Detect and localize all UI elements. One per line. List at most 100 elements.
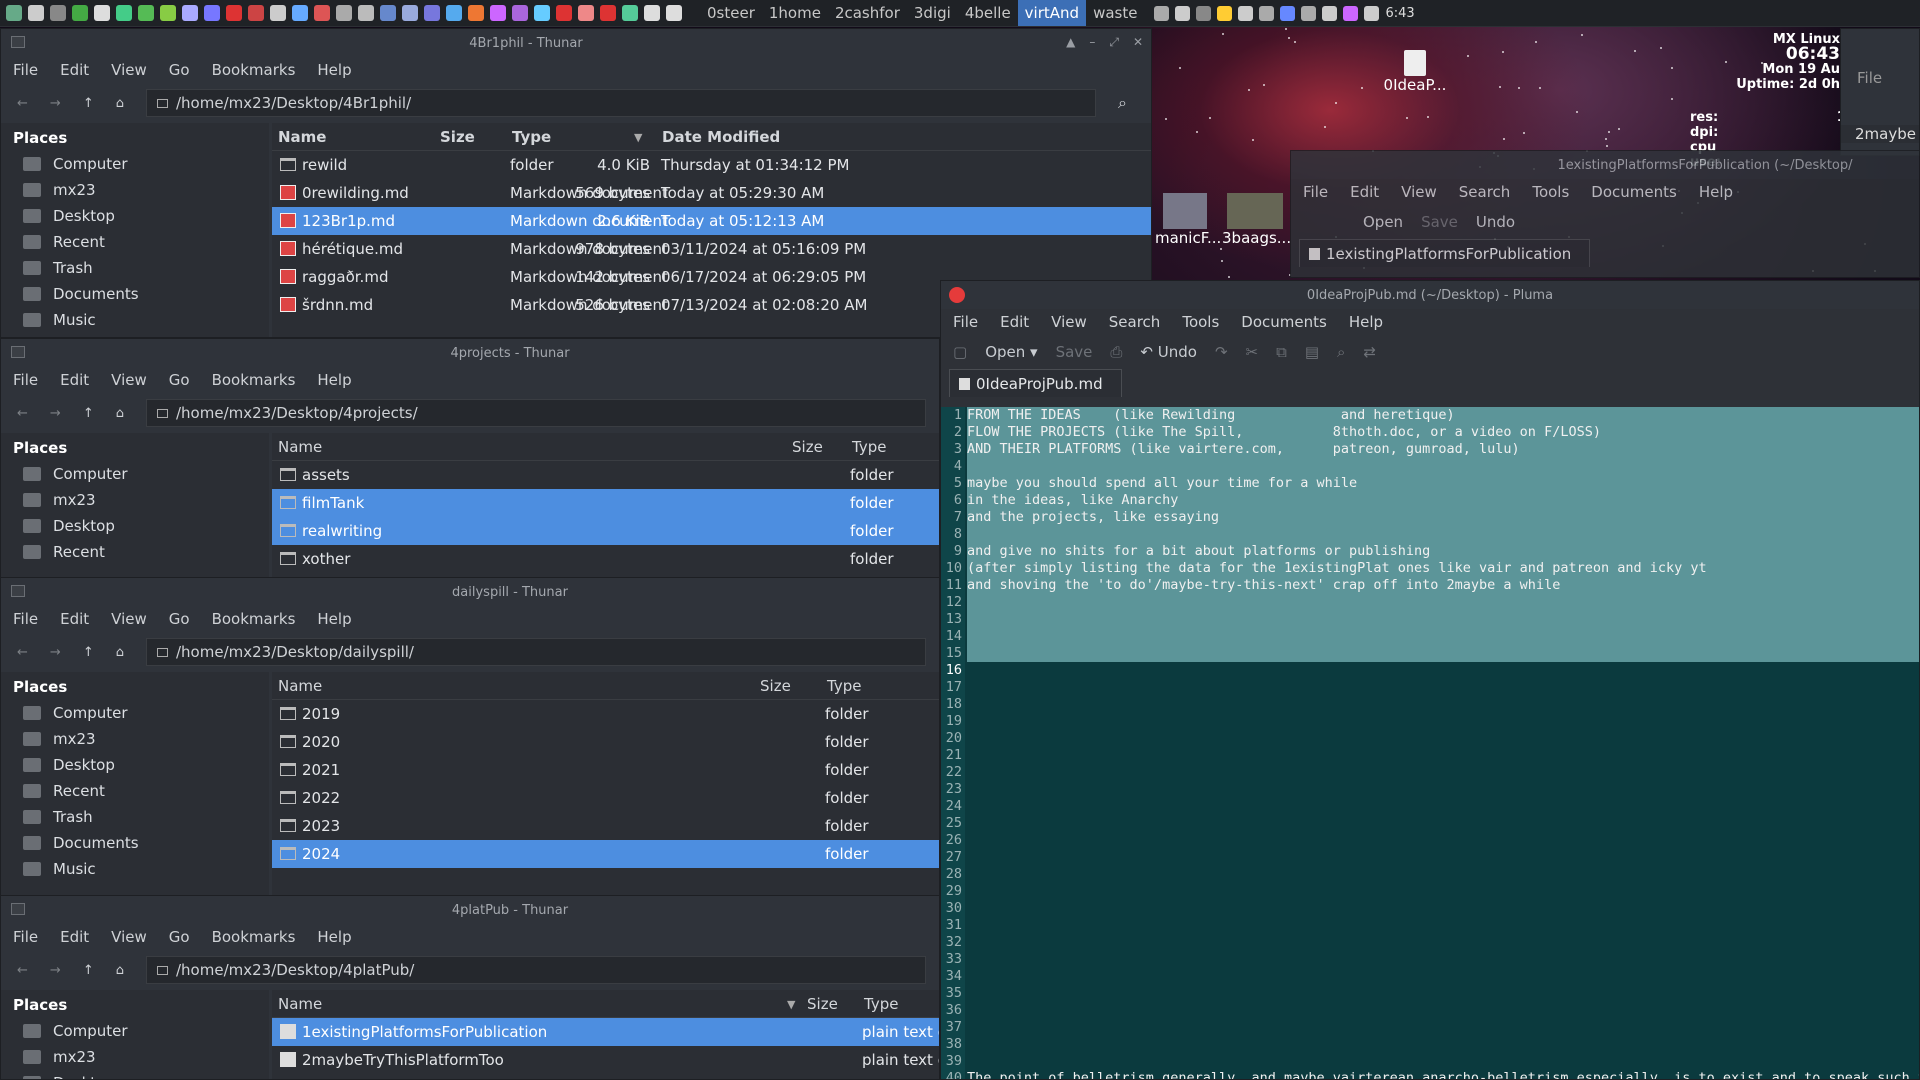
menu-file[interactable]: File bbox=[13, 61, 38, 79]
text-line[interactable] bbox=[967, 815, 1919, 832]
text-line[interactable] bbox=[967, 628, 1919, 645]
launcher-icon[interactable] bbox=[534, 5, 550, 21]
launcher-icon[interactable] bbox=[314, 5, 330, 21]
text-line[interactable] bbox=[967, 645, 1919, 662]
text-line[interactable]: and shoving the 'to do'/maybe-try-this-n… bbox=[967, 577, 1919, 594]
menu-edit[interactable]: Edit bbox=[1000, 313, 1029, 331]
file-row[interactable]: assets4.0 KiBfolder bbox=[272, 461, 939, 489]
workspace-waste[interactable]: waste bbox=[1086, 0, 1144, 26]
save-button[interactable]: Save bbox=[1421, 213, 1458, 231]
file-row[interactable]: filmTank4.0 KiBfolder bbox=[272, 489, 939, 517]
file-row[interactable]: 20194.0 KiBfolder bbox=[272, 700, 939, 728]
win4-thunar-window[interactable]: 4platPub - Thunar File Edit View Go Bookmarks… bbox=[0, 895, 940, 1080]
text-line[interactable] bbox=[967, 747, 1919, 764]
partial-window-right[interactable]: File 2maybe bbox=[1840, 28, 1920, 156]
text-line[interactable] bbox=[967, 526, 1919, 543]
text-line[interactable] bbox=[967, 696, 1919, 713]
menu-file[interactable]: File bbox=[13, 928, 38, 946]
launcher-icon[interactable] bbox=[116, 5, 132, 21]
launcher-icon[interactable] bbox=[402, 5, 418, 21]
file-row[interactable]: 123Br1p.md 2.6 KiB Markdown document Today … bbox=[272, 207, 1151, 235]
text-editor[interactable]: 1 2 3 4 5 6 7 8 9 10 11 12 13 14 15 16 17 18 19 20 21 22 23 24 2… bbox=[941, 407, 1919, 1079]
document-tab[interactable]: 0IdeaProjPub.md bbox=[949, 369, 1122, 397]
pluma-window-background[interactable]: 1existingPlatformsForPublication (~/Desk… bbox=[1290, 150, 1920, 278]
column-size[interactable]: Size bbox=[792, 438, 823, 456]
tray-icon[interactable] bbox=[1364, 5, 1380, 21]
menu-edit[interactable]: Edit bbox=[60, 928, 89, 946]
launcher-icon[interactable] bbox=[336, 5, 352, 21]
launcher-icon[interactable] bbox=[182, 5, 198, 21]
home-icon[interactable]: ⌂ bbox=[116, 96, 124, 111]
sidebar-item-music[interactable]: Music bbox=[1, 856, 269, 882]
file-row[interactable]: realwriting4.0 KiBfolder bbox=[272, 517, 939, 545]
sidebar-item-mx23[interactable]: mx23 bbox=[1, 177, 269, 203]
menu-bookmarks[interactable]: Bookmarks bbox=[212, 610, 296, 628]
open-button[interactable]: Open bbox=[1363, 213, 1403, 231]
menu-file[interactable]: File bbox=[1841, 69, 1919, 87]
text-line[interactable] bbox=[967, 917, 1919, 934]
menu-search[interactable]: Search bbox=[1109, 313, 1161, 331]
home-icon[interactable]: ⌂ bbox=[116, 963, 124, 978]
title-bar[interactable]: 4projects - Thunar bbox=[1, 339, 939, 367]
column-name[interactable]: Name bbox=[278, 677, 322, 695]
launcher-icon[interactable] bbox=[490, 5, 506, 21]
forward-icon[interactable]: → bbox=[50, 963, 61, 978]
menu-help[interactable]: Help bbox=[317, 928, 351, 946]
launcher-icon[interactable] bbox=[578, 5, 594, 21]
sidebar-item-trash[interactable]: Trash bbox=[1, 804, 269, 830]
launcher-icon[interactable] bbox=[600, 5, 616, 21]
menu-edit[interactable]: Edit bbox=[1350, 183, 1379, 201]
launcher-icon[interactable] bbox=[160, 5, 176, 21]
location-bar[interactable]: /home/mx23/Desktop/4platPub/ bbox=[145, 956, 926, 984]
text-line[interactable] bbox=[967, 798, 1919, 815]
launcher-icon[interactable] bbox=[72, 5, 88, 21]
search-icon[interactable]: ⌕ bbox=[1118, 93, 1127, 113]
launcher-icon[interactable] bbox=[468, 5, 484, 21]
text-line[interactable]: AND THEIR PLATFORMS (like vairtere.com, … bbox=[967, 441, 1919, 458]
forward-icon[interactable]: → bbox=[50, 645, 61, 660]
location-bar[interactable]: /home/mx23/Desktop/4Br1phil/ bbox=[145, 89, 1096, 117]
text-line[interactable] bbox=[967, 1036, 1919, 1053]
menu-help[interactable]: Help bbox=[1699, 183, 1733, 201]
sidebar-item-computer[interactable]: Computer bbox=[1, 151, 269, 177]
column-name[interactable]: Name bbox=[278, 128, 326, 146]
file-row[interactable]: 20234.0 KiBfolder bbox=[272, 812, 939, 840]
undo-button[interactable]: Undo bbox=[1476, 213, 1515, 231]
tray-icon[interactable] bbox=[1259, 5, 1275, 21]
menu-view[interactable]: View bbox=[111, 928, 147, 946]
menu-file[interactable]: File bbox=[13, 371, 38, 389]
menu-bookmarks[interactable]: Bookmarks bbox=[212, 61, 296, 79]
text-line[interactable]: FROM THE IDEAS (like Rewilding and heret… bbox=[967, 407, 1919, 424]
column-type[interactable]: Type bbox=[864, 995, 898, 1013]
replace-icon[interactable]: ⇄ bbox=[1363, 343, 1376, 361]
text-line[interactable] bbox=[967, 594, 1919, 611]
menu-search[interactable]: Search bbox=[1459, 183, 1511, 201]
tray-icon[interactable] bbox=[1343, 5, 1359, 21]
launcher-icon[interactable] bbox=[358, 5, 374, 21]
file-row[interactable]: 2maybeTryThisPlatformToo2.5 KiBplain tex… bbox=[272, 1046, 939, 1074]
menu-help[interactable]: Help bbox=[317, 610, 351, 628]
panel-clock[interactable]: 6:43 bbox=[1385, 6, 1414, 21]
workspace-4belle[interactable]: 4belle bbox=[958, 0, 1018, 26]
close-icon[interactable]: ✕ bbox=[1133, 35, 1143, 50]
desktop-icon-manic[interactable]: manicF... bbox=[1155, 193, 1221, 247]
title-bar[interactable]: dailyspill - Thunar bbox=[1, 578, 939, 606]
sort-chevron-icon[interactable]: ▼ bbox=[787, 998, 795, 1011]
sort-chevron-icon[interactable]: ▼ bbox=[634, 131, 642, 144]
sidebar-item-music[interactable]: Music bbox=[1, 307, 269, 333]
text-line[interactable]: in the ideas, like Anarchy bbox=[967, 492, 1919, 509]
column-name[interactable]: Name bbox=[278, 995, 322, 1013]
text-line[interactable]: The point of belletrism generally, and m… bbox=[967, 1070, 1919, 1079]
workspace-3digi[interactable]: 3digi bbox=[907, 0, 958, 26]
launcher-icon[interactable] bbox=[138, 5, 154, 21]
tray-icon[interactable] bbox=[1175, 5, 1191, 21]
text-line[interactable] bbox=[967, 951, 1919, 968]
column-type[interactable]: Type bbox=[852, 438, 886, 456]
column-size[interactable]: Size bbox=[440, 128, 475, 146]
text-line[interactable]: maybe you should spend all your time for… bbox=[967, 475, 1919, 492]
menu-help[interactable]: Help bbox=[317, 371, 351, 389]
sidebar-item-computer[interactable]: Computer bbox=[1, 461, 269, 487]
tray-icon[interactable] bbox=[1217, 5, 1233, 21]
tray-icon[interactable] bbox=[1196, 5, 1212, 21]
new-document-icon[interactable]: ▢ bbox=[953, 343, 967, 361]
